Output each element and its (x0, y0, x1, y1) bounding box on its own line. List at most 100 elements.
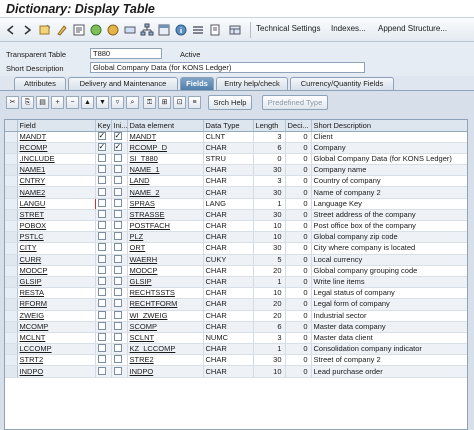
tab-entry-help-check[interactable]: Entry help/check (216, 77, 288, 90)
key-checkbox[interactable]: ✓ (97, 131, 106, 140)
field-name-cell[interactable]: CNTRY (17, 175, 96, 188)
field-name-cell[interactable]: GLSIP (17, 276, 96, 289)
table-row[interactable]: MCOMP SCOMP CHAR 6 0 Master data company (5, 321, 467, 333)
key-checkbox-cell[interactable] (95, 298, 112, 311)
initial-checkbox[interactable] (113, 243, 122, 252)
column-header-data-element[interactable]: Data element (127, 120, 204, 132)
row-selector[interactable] (5, 365, 18, 378)
cut-icon[interactable]: ✂ (6, 96, 19, 109)
field-name-cell[interactable]: ZWEIG (17, 310, 96, 322)
initial-checkbox[interactable]: ✓ (113, 142, 122, 151)
display-object-list-icon[interactable] (191, 23, 205, 37)
row-selector[interactable] (5, 254, 18, 266)
table-row[interactable]: MCLNT SCLNT NUMC 3 0 Master data client (5, 332, 467, 345)
key-checkbox[interactable] (97, 187, 106, 196)
row-selector[interactable] (5, 332, 18, 345)
field-name-cell[interactable]: POBOX (17, 220, 96, 233)
data-element-cell[interactable]: SCLNT (127, 332, 204, 345)
key-checkbox[interactable] (97, 198, 106, 207)
initial-checkbox-cell[interactable] (111, 343, 128, 356)
field-name-cell[interactable]: CURR (17, 254, 96, 266)
data-element-cell[interactable]: SI_T880 (127, 153, 204, 166)
key-checkbox[interactable] (97, 288, 106, 297)
field-name-cell[interactable]: LANGU (16, 198, 96, 210)
key-checkbox-cell[interactable] (95, 332, 112, 345)
technical-settings-button[interactable]: Technical Settings (256, 24, 320, 33)
field-name-cell[interactable]: NAME1 (17, 164, 96, 177)
data-element-cell[interactable]: STRE2 (127, 354, 204, 367)
row-selector[interactable] (5, 242, 18, 255)
row-selector[interactable] (5, 287, 18, 300)
table-row[interactable]: CURR WAERH CUKY 5 0 Local currency (5, 254, 467, 266)
table-row[interactable]: MANDT ✓ ✓ MANDT CLNT 3 0 Client (5, 131, 467, 143)
key-checkbox[interactable] (97, 265, 106, 274)
initial-checkbox-cell[interactable] (111, 209, 128, 222)
initial-checkbox[interactable] (113, 209, 122, 218)
data-element-cell[interactable]: ORT (127, 242, 204, 255)
data-element-cell[interactable]: INDPO (127, 365, 204, 378)
row-selector[interactable] (5, 231, 18, 244)
key-checkbox-cell[interactable] (95, 198, 112, 210)
initial-checkbox-cell[interactable] (111, 332, 128, 345)
key-checkbox[interactable] (97, 153, 106, 162)
key-checkbox[interactable] (97, 221, 106, 230)
initial-checkbox[interactable] (113, 198, 122, 207)
key-checkbox-cell[interactable] (95, 321, 112, 333)
initial-checkbox-cell[interactable] (111, 186, 128, 199)
move-down-icon[interactable]: ▼ (96, 96, 109, 109)
find-icon[interactable]: ⌕ (126, 96, 139, 109)
row-selector[interactable] (5, 164, 18, 177)
key-checkbox-cell[interactable] (95, 186, 112, 199)
table-row[interactable]: RESTA RECHTSSTS CHAR 10 0 Legal status of com… (5, 287, 467, 300)
table-row[interactable]: LCCOMP KZ_LCCOMP CHAR 1 0 Consolidation compa… (5, 343, 467, 356)
table-row[interactable]: PSTLC PLZ CHAR 10 0 Global company zip code (5, 231, 467, 244)
data-element-cell[interactable]: MANDT (127, 131, 204, 143)
field-name-cell[interactable]: MANDT (17, 131, 96, 143)
row-selector[interactable] (5, 131, 18, 143)
paste-icon[interactable]: ▤ (36, 96, 49, 109)
data-element-cell[interactable]: LAND (127, 175, 204, 188)
key-checkbox[interactable] (97, 344, 106, 353)
key-checkbox-cell[interactable] (95, 242, 112, 255)
initial-checkbox-cell[interactable] (111, 242, 128, 255)
initial-checkbox-cell[interactable]: ✓ (111, 131, 128, 143)
key-checkbox-cell[interactable] (95, 343, 112, 356)
initial-checkbox-cell[interactable] (111, 298, 128, 311)
move-up-icon[interactable]: ▲ (81, 96, 94, 109)
initial-checkbox-cell[interactable] (111, 198, 128, 210)
info-icon[interactable] (174, 23, 188, 37)
table-row[interactable]: NAME2 NAME_2 CHAR 30 0 Name of company 2 (5, 186, 467, 199)
column-header-data-type[interactable]: Data Type (203, 120, 254, 132)
row-selector[interactable] (5, 186, 18, 199)
field-name-cell[interactable]: MCLNT (17, 332, 96, 345)
table-row[interactable]: MODCP MODCP CHAR 20 0 Global company grouping… (5, 265, 467, 277)
key-checkbox[interactable] (97, 355, 106, 364)
tab-fields[interactable]: Fields (180, 77, 214, 90)
filter-icon[interactable]: ▿ (111, 96, 124, 109)
initial-checkbox[interactable] (113, 277, 122, 286)
data-element-cell[interactable]: POSTFACH (127, 220, 204, 233)
data-element-cell[interactable]: WAERH (127, 254, 204, 266)
key-checkbox[interactable] (97, 232, 106, 241)
row-selector[interactable] (5, 220, 18, 233)
row-selector[interactable] (5, 298, 18, 311)
key-checkbox[interactable] (97, 366, 106, 375)
search-help-button[interactable]: Srch Help (208, 95, 252, 110)
delete-row-icon[interactable]: − (66, 96, 79, 109)
data-element-cell[interactable]: PLZ (127, 231, 204, 244)
data-element-cell[interactable]: SPRAS (127, 198, 204, 210)
initial-checkbox-cell[interactable] (111, 265, 128, 277)
table-row[interactable]: ZWEIG WI_ZWEIG CHAR 20 0 Industrial sector (5, 310, 467, 322)
field-name-cell[interactable]: RESTA (17, 287, 96, 300)
predefined-type-button[interactable]: Predefined Type (262, 95, 328, 110)
key-checkbox[interactable]: ✓ (97, 142, 106, 151)
field-name-cell[interactable]: INDPO (17, 365, 96, 378)
key-checkbox-cell[interactable] (95, 365, 112, 378)
key-checkbox-cell[interactable] (95, 354, 112, 367)
field-name-cell[interactable]: PSTLC (17, 231, 96, 244)
column-header-field[interactable]: Field (17, 120, 96, 132)
navigation-window-icon[interactable] (157, 23, 171, 37)
table-row[interactable]: CNTRY LAND CHAR 3 0 Country of company (5, 175, 467, 188)
row-selector[interactable] (5, 175, 18, 188)
key-checkbox-cell[interactable] (95, 175, 112, 188)
